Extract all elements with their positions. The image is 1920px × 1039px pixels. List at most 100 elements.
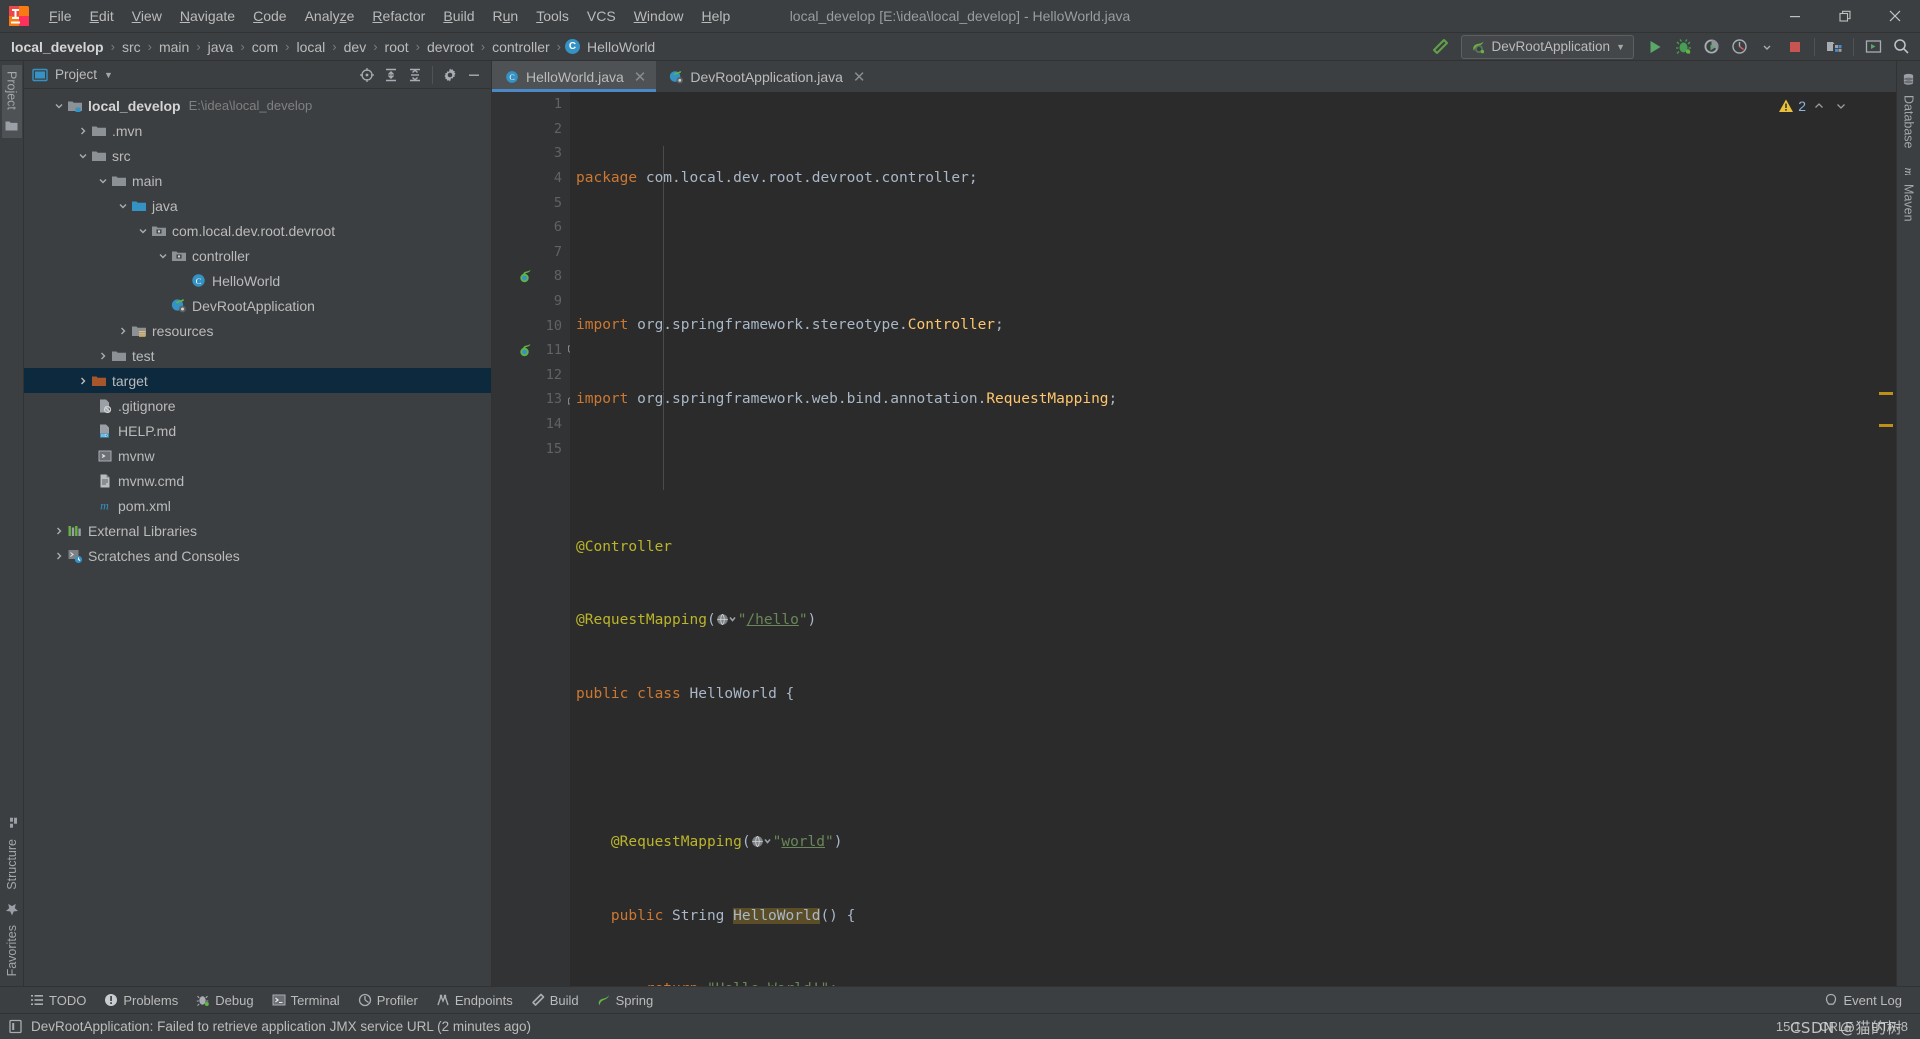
breadcrumb-item-devroot[interactable]: devroot (424, 38, 477, 56)
search-everywhere-icon[interactable] (1888, 35, 1914, 59)
menu-help[interactable]: Help (693, 5, 740, 27)
tree-node-help-md[interactable]: MD HELP.md (24, 418, 491, 443)
menu-vcs[interactable]: VCS (578, 5, 625, 27)
close-icon[interactable]: ✕ (853, 68, 866, 86)
breadcrumb-item-controller[interactable]: controller (489, 38, 553, 56)
breadcrumb-item-helloworld[interactable]: HelloWorld (584, 38, 658, 56)
chevron-down-icon[interactable]: ▼ (104, 70, 113, 80)
chevron-down-icon[interactable] (136, 224, 150, 238)
tab-devrootapplication-java[interactable]: DevRootApplication.java ✕ (656, 61, 876, 92)
caret-position[interactable]: 15:1 (1776, 1019, 1801, 1034)
chevron-down-icon[interactable] (1754, 35, 1780, 59)
run-gutter-icon[interactable] (518, 268, 534, 284)
breadcrumb-item-java[interactable]: java (205, 38, 237, 56)
tree-node-test[interactable]: test (24, 343, 491, 368)
tool-tab-spring[interactable]: Spring (589, 990, 662, 1011)
source-code[interactable]: package com.local.dev.root.devroot.contr… (570, 92, 1874, 986)
tool-tab-endpoints[interactable]: Endpoints (428, 990, 521, 1011)
chevron-right-icon[interactable] (52, 524, 66, 538)
project-tree[interactable]: local_develop E:\idea\local_develop .mvn (24, 89, 491, 986)
tree-node-local-develop[interactable]: local_develop E:\idea\local_develop (24, 93, 491, 118)
menu-edit[interactable]: Edit (81, 5, 123, 27)
menu-file[interactable]: File (40, 5, 81, 27)
tool-tab-event-log[interactable]: Event Log (1816, 990, 1910, 1011)
debug-icon[interactable] (1670, 35, 1696, 59)
tree-node-resources[interactable]: resources (24, 318, 491, 343)
maximize-restore-button[interactable] (1820, 0, 1870, 33)
chevron-right-icon[interactable] (52, 549, 66, 563)
breadcrumb-item-com[interactable]: com (249, 38, 281, 56)
tree-node-java[interactable]: java (24, 193, 491, 218)
tree-node-package-com-local-dev-root-devroot[interactable]: com.local.dev.root.devroot (24, 218, 491, 243)
run-with-coverage-icon[interactable] (1698, 35, 1724, 59)
run-configuration-selector[interactable]: DevRootApplication ▼ (1460, 34, 1634, 59)
chevron-right-icon[interactable] (116, 324, 130, 338)
breadcrumb-item-main[interactable]: main (156, 38, 192, 56)
close-icon[interactable]: ✕ (634, 68, 647, 86)
chevron-right-icon[interactable] (76, 374, 90, 388)
tree-node-main[interactable]: main (24, 168, 491, 193)
scroll-from-source-icon[interactable] (356, 64, 378, 86)
sidebar-item-structure[interactable]: Structure (2, 811, 22, 896)
gear-icon[interactable] (439, 64, 461, 86)
menu-window[interactable]: Window (625, 5, 693, 27)
tree-node-mvn[interactable]: .mvn (24, 118, 491, 143)
tree-node-mvnw-cmd[interactable]: mvnw.cmd (24, 468, 491, 493)
breadcrumb-item-project[interactable]: local_develop (8, 38, 107, 56)
menu-analyze[interactable]: Analyze (296, 5, 364, 27)
stop-icon[interactable] (1782, 35, 1808, 59)
expand-all-icon[interactable] (380, 64, 402, 86)
file-encoding[interactable]: UTF-8 (1871, 1019, 1908, 1034)
tab-helloworld-java[interactable]: C HelloWorld.java ✕ (492, 61, 657, 92)
collapse-all-icon[interactable] (404, 64, 426, 86)
tree-node-external-libraries[interactable]: External Libraries (24, 518, 491, 543)
chevron-down-icon[interactable] (76, 149, 90, 163)
menu-navigate[interactable]: Navigate (171, 5, 244, 27)
menu-tools[interactable]: Tools (527, 5, 578, 27)
chevron-down-icon[interactable]: ▼ (1616, 42, 1625, 52)
menu-run[interactable]: Run (484, 5, 528, 27)
chevron-down-icon[interactable] (156, 249, 170, 263)
menu-refactor[interactable]: Refactor (363, 5, 434, 27)
breadcrumb-item-src[interactable]: src (119, 38, 144, 56)
warning-stripe-marker[interactable] (1879, 424, 1893, 427)
notification-icon[interactable] (8, 1019, 23, 1034)
breadcrumb-item-dev[interactable]: dev (341, 38, 370, 56)
run-gutter-icon[interactable] (518, 342, 534, 358)
chevron-right-icon[interactable] (76, 124, 90, 138)
chevron-down-icon[interactable] (1832, 100, 1850, 112)
tool-tab-problems[interactable]: Problems (96, 990, 186, 1011)
chevron-down-icon[interactable] (52, 99, 66, 113)
error-stripe-gutter[interactable] (1874, 92, 1896, 986)
chevron-right-icon[interactable] (96, 349, 110, 363)
chevron-down-icon[interactable] (96, 174, 110, 188)
close-button[interactable] (1870, 0, 1920, 33)
hide-icon[interactable] (463, 64, 485, 86)
inspection-widget[interactable]: 2 (1778, 98, 1850, 114)
tree-node-target[interactable]: target (24, 368, 491, 393)
chevron-up-icon[interactable] (1810, 100, 1828, 112)
tool-tab-todo[interactable]: TODO (22, 990, 94, 1011)
tree-node-helloworld[interactable]: C HelloWorld (24, 268, 491, 293)
tree-node-gitignore[interactable]: .gitignore (24, 393, 491, 418)
hide-window-icon[interactable] (1860, 35, 1886, 59)
menu-code[interactable]: Code (244, 5, 295, 27)
code-canvas[interactable]: package com.local.dev.root.devroot.contr… (570, 92, 1874, 986)
web-endpoint-inlay-icon[interactable] (716, 613, 738, 626)
breadcrumb-item-root[interactable]: root (382, 38, 412, 56)
tree-node-pom-xml[interactable]: m pom.xml (24, 493, 491, 518)
tool-tab-profiler[interactable]: Profiler (350, 990, 426, 1011)
breadcrumb-item-local[interactable]: local (293, 38, 328, 56)
run-icon[interactable] (1642, 35, 1668, 59)
tool-tab-debug[interactable]: Debug (188, 990, 261, 1011)
tree-node-scratches-and-consoles[interactable]: Scratches and Consoles (24, 543, 491, 568)
editor-gutter[interactable]: 1 2 3 4 5 6 7 8 9 10 11 12 13 14 15 (492, 92, 581, 986)
menu-view[interactable]: View (123, 5, 171, 27)
line-separator[interactable]: CRLF (1819, 1019, 1853, 1034)
update-running-app-icon[interactable] (1821, 35, 1847, 59)
tree-node-package-controller[interactable]: controller (24, 243, 491, 268)
sidebar-item-maven[interactable]: m Maven (1899, 155, 1919, 228)
sidebar-item-database[interactable]: Database (1899, 67, 1919, 155)
tool-tab-terminal[interactable]: Terminal (264, 990, 348, 1011)
status-message[interactable]: DevRootApplication: Failed to retrieve a… (31, 1019, 531, 1034)
